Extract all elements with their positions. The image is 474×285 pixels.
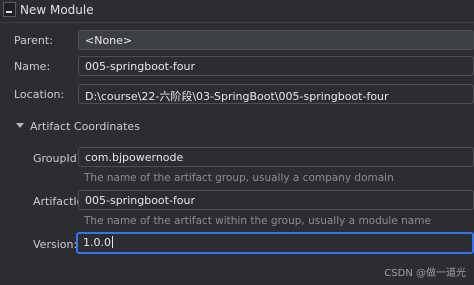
watermark: CSDN @做一道光 xyxy=(384,268,466,279)
groupid-label: GroupId: xyxy=(33,152,81,165)
version-value: 1.0.0 xyxy=(83,236,111,249)
name-value: 005-springboot-four xyxy=(85,60,196,73)
parent-select[interactable]: <None> xyxy=(78,30,474,50)
text-caret xyxy=(112,236,113,248)
version-field[interactable]: 1.0.0 xyxy=(76,232,474,254)
groupid-hint: The name of the artifact group, usually … xyxy=(84,172,394,184)
name-label: Name: xyxy=(14,60,51,73)
parent-label: Parent: xyxy=(14,34,53,47)
artifactid-hint: The name of the artifact within the grou… xyxy=(84,215,431,227)
window-title: New Module xyxy=(20,3,94,17)
location-value: D:\course\22-六阶段\03-SpringBoot\005-sprin… xyxy=(85,90,389,103)
artifactid-value: 005-springboot-four xyxy=(85,194,196,207)
groupid-field[interactable]: com.bjpowernode xyxy=(78,147,474,167)
parent-value: <None> xyxy=(85,34,133,47)
version-label: Version: xyxy=(33,238,78,251)
title-divider xyxy=(0,22,474,23)
title-bar: New Module xyxy=(0,0,474,22)
name-field[interactable]: 005-springboot-four xyxy=(78,56,474,76)
app-icon xyxy=(3,2,16,17)
location-field[interactable]: D:\course\22-六阶段\03-SpringBoot\005-sprin… xyxy=(78,84,474,104)
collapse-arrow-icon[interactable] xyxy=(16,123,24,128)
artifact-section-title[interactable]: Artifact Coordinates xyxy=(30,120,140,133)
groupid-value: com.bjpowernode xyxy=(85,151,184,164)
location-label: Location: xyxy=(14,88,65,101)
artifactid-field[interactable]: 005-springboot-four xyxy=(78,190,474,210)
